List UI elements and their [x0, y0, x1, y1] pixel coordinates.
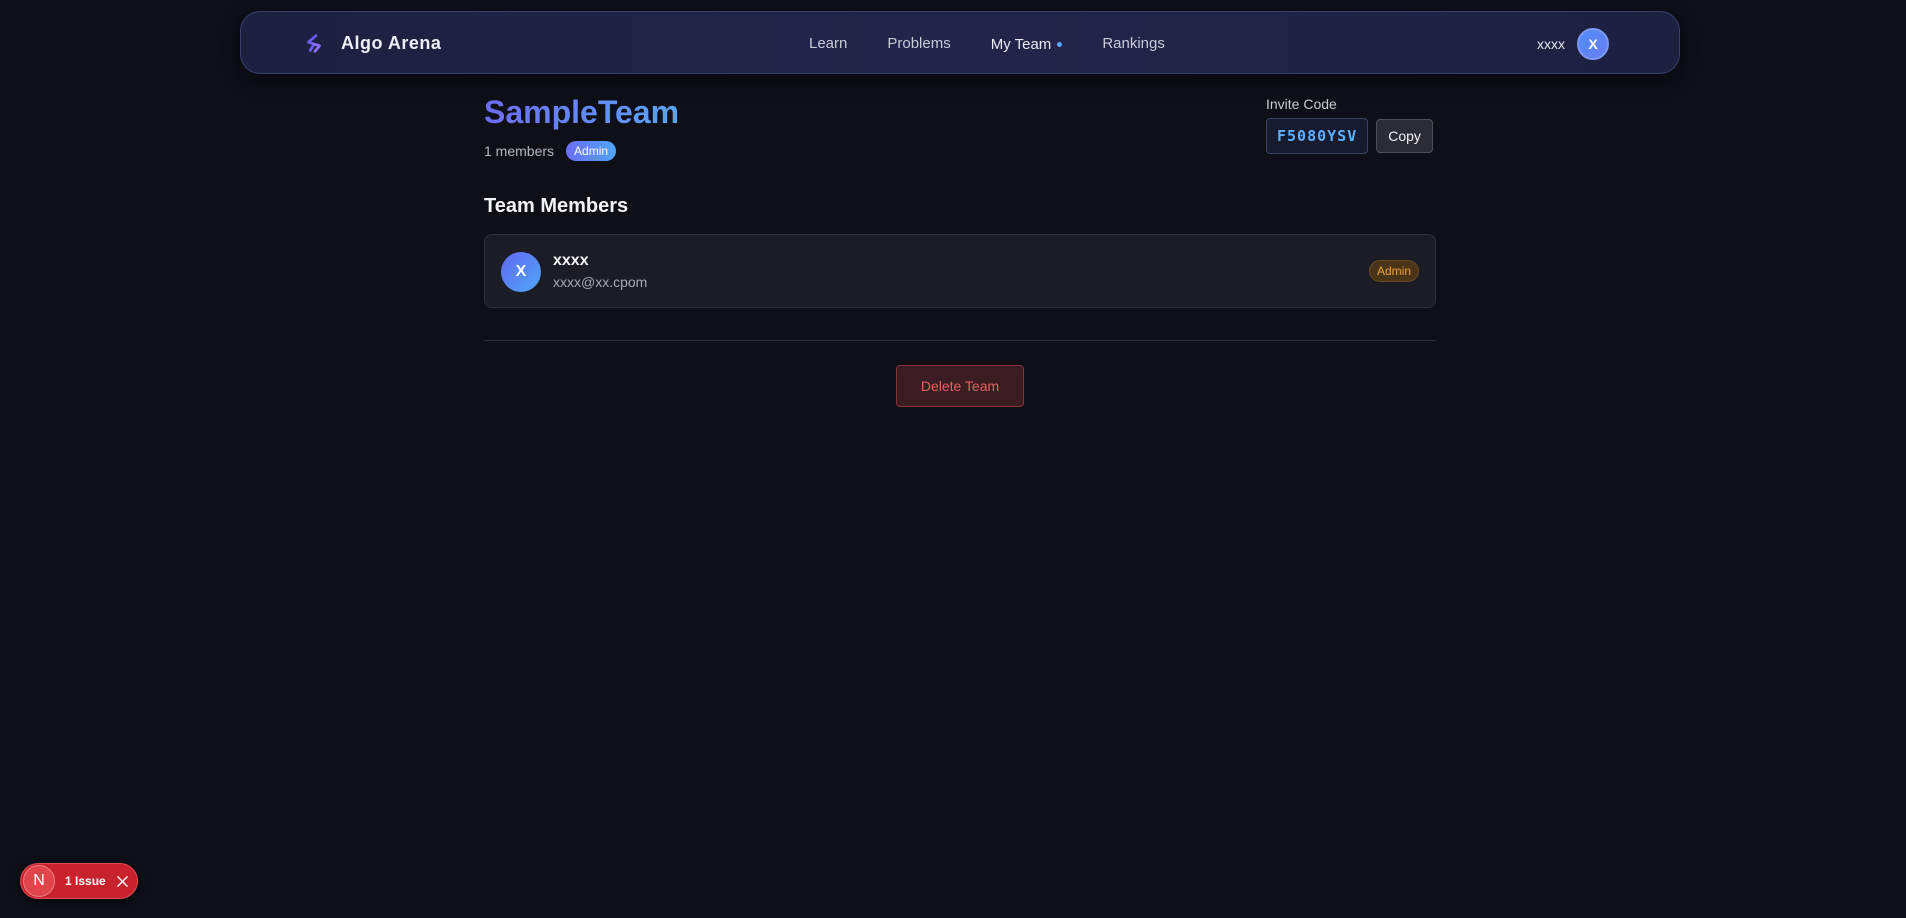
- member-avatar: X: [501, 252, 541, 292]
- nav-link-learn[interactable]: Learn: [809, 35, 847, 52]
- team-members-heading: Team Members: [484, 195, 629, 217]
- team-title: SampleTeam: [484, 94, 680, 130]
- delete-team-button[interactable]: Delete Team: [896, 365, 1024, 407]
- nextjs-logo-icon[interactable]: N: [23, 865, 55, 897]
- nav-link-rankings[interactable]: Rankings: [1102, 35, 1165, 52]
- active-indicator-dot: [1057, 42, 1063, 47]
- nav-link-my-team-label: My Team: [990, 36, 1052, 53]
- invite-code-panel: Invite Code F5080YSV Copy: [1266, 96, 1436, 154]
- nav-link-problems[interactable]: Problems: [887, 35, 950, 52]
- issue-toast[interactable]: N 1 Issue: [20, 863, 138, 899]
- team-meta: 1 members Admin: [484, 141, 617, 161]
- member-email: xxxx@xx.cpom: [553, 274, 648, 290]
- divider: [484, 340, 1436, 341]
- invite-code-value[interactable]: F5080YSV: [1266, 118, 1369, 154]
- copy-button[interactable]: Copy: [1376, 119, 1433, 153]
- issue-count[interactable]: 1 Issue: [65, 874, 106, 888]
- nav-link-my-team[interactable]: My Team: [991, 36, 1063, 53]
- close-icon[interactable]: [116, 874, 130, 888]
- user-avatar[interactable]: X: [1577, 27, 1609, 60]
- member-name: xxxx: [553, 252, 589, 269]
- nav-links: Learn Problems My Team Rankings: [809, 12, 1205, 75]
- top-navbar: Algo Arena Learn Problems My Team Rankin…: [240, 11, 1680, 74]
- close-icon-glyph: [117, 875, 129, 887]
- member-count: 1 members: [484, 143, 555, 159]
- brand-name: Algo Arena: [341, 33, 442, 53]
- invite-code-row: F5080YSV Copy: [1266, 118, 1436, 154]
- invite-code-label: Invite Code: [1266, 96, 1337, 112]
- member-role-badge: Admin: [1368, 260, 1419, 282]
- user-menu: xxxx X: [1537, 12, 1609, 75]
- brand[interactable]: Algo Arena: [303, 12, 441, 75]
- member-card: X xxxx xxxx@xx.cpom Admin: [484, 234, 1436, 308]
- logo-icon: [307, 33, 321, 53]
- admin-badge: Admin: [566, 141, 617, 161]
- user-name: xxxx: [1537, 35, 1565, 52]
